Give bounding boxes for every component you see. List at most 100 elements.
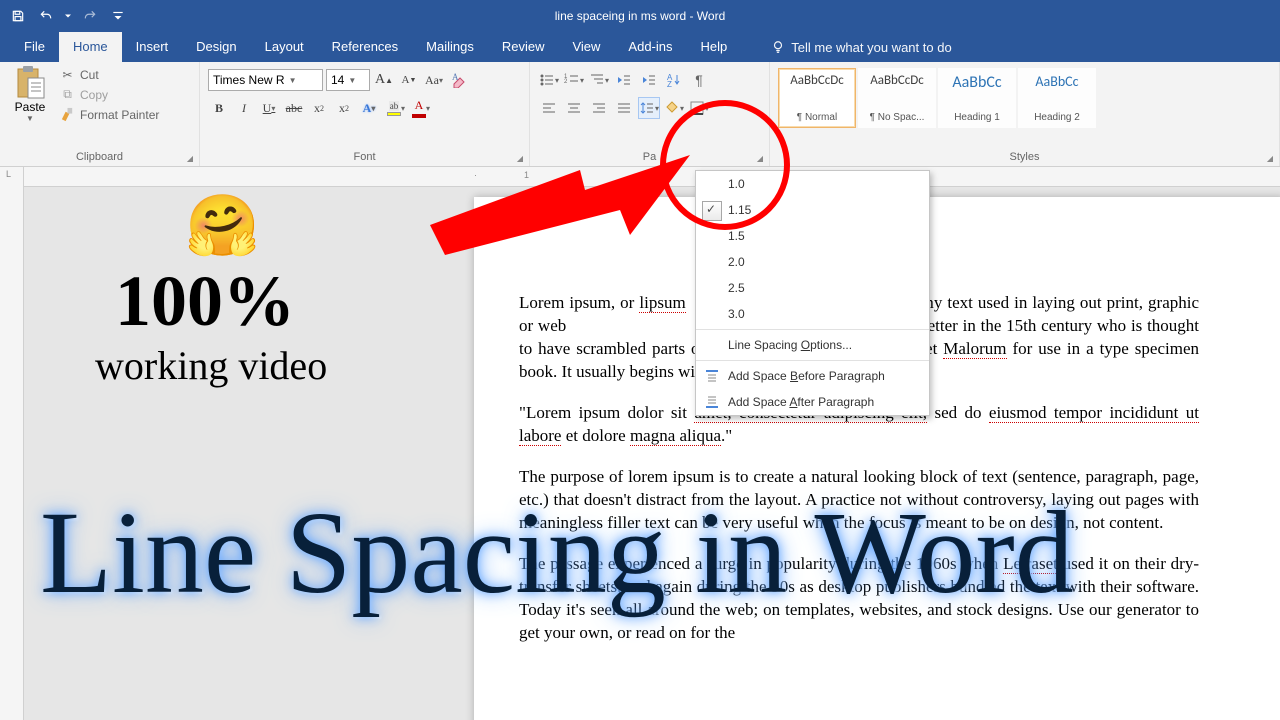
multilevel-list-button[interactable]: ▾: [588, 69, 610, 91]
svg-text:Z: Z: [667, 80, 672, 88]
bullets-button[interactable]: ▾: [538, 69, 560, 91]
tab-home[interactable]: Home: [59, 32, 122, 62]
superscript-button[interactable]: x2: [333, 97, 355, 119]
line-spacing-menu: 1.0 1.15 1.5 2.0 2.5 3.0 Line Spacing Op…: [695, 170, 930, 416]
shading-button[interactable]: ▾: [663, 97, 685, 119]
lightbulb-icon: [771, 40, 785, 54]
strikethrough-button[interactable]: abc: [283, 97, 305, 119]
line-spacing-button[interactable]: ▾: [638, 97, 660, 119]
tab-file[interactable]: File: [10, 32, 59, 62]
paste-label: Paste: [15, 100, 46, 114]
ls-option-2.5[interactable]: 2.5: [696, 275, 929, 301]
copy-label: Copy: [80, 88, 108, 102]
style-normal[interactable]: AaBbCcDc ¶ Normal: [778, 68, 856, 128]
font-name-combo[interactable]: Times New R ▼: [208, 69, 323, 91]
format-painter-label: Format Painter: [80, 108, 159, 122]
ls-options[interactable]: Line Spacing Options...: [696, 332, 929, 358]
ls-add-space-after[interactable]: Add Space After Paragraph: [696, 389, 929, 415]
bold-button[interactable]: B: [208, 97, 230, 119]
horizontal-ruler: ·1·: [24, 167, 1280, 187]
save-icon[interactable]: [6, 4, 30, 28]
group-styles: AaBbCcDc ¶ Normal AaBbCcDc ¶ No Spac... …: [770, 62, 1280, 166]
group-label-clipboard: Clipboard: [8, 149, 191, 166]
space-before-icon: [704, 368, 720, 384]
svg-text:2: 2: [564, 79, 568, 85]
ls-option-1.5[interactable]: 1.5: [696, 223, 929, 249]
tell-me[interactable]: Tell me what you want to do: [771, 40, 951, 55]
ls-option-3.0[interactable]: 3.0: [696, 301, 929, 327]
cut-label: Cut: [80, 68, 99, 82]
ribbon: Paste ▼ ✂ Cut ⧉ Copy Format Painter: [0, 62, 1280, 167]
group-font: Times New R ▼ 14 ▼ A▲ A▼ Aa▾ A B I U▾ ab…: [200, 62, 530, 166]
scissors-icon: ✂: [60, 67, 75, 82]
align-center-button[interactable]: [563, 97, 585, 119]
show-marks-button[interactable]: ¶: [688, 69, 710, 91]
grow-font-button[interactable]: A▲: [373, 69, 395, 91]
group-label-paragraph: Pa: [538, 149, 761, 166]
font-size-value: 14: [331, 73, 344, 87]
chevron-down-icon: ▼: [26, 114, 34, 123]
align-right-button[interactable]: [588, 97, 610, 119]
tab-view[interactable]: View: [558, 32, 614, 62]
clear-formatting-button[interactable]: A: [448, 69, 470, 91]
align-left-button[interactable]: [538, 97, 560, 119]
svg-text:A: A: [452, 72, 459, 82]
quick-access-toolbar: [0, 0, 136, 32]
ls-option-2.0[interactable]: 2.0: [696, 249, 929, 275]
ls-add-space-before[interactable]: Add Space Before Paragraph: [696, 363, 929, 389]
style-heading2[interactable]: AaBbCc Heading 2: [1018, 68, 1096, 128]
paste-button[interactable]: Paste ▼: [8, 66, 52, 123]
format-painter-button[interactable]: Format Painter: [58, 106, 161, 123]
ribbon-tabs: File Home Insert Design Layout Reference…: [0, 32, 1280, 62]
undo-dropdown-icon[interactable]: [62, 4, 74, 28]
cut-button[interactable]: ✂ Cut: [58, 66, 161, 83]
eraser-icon: A: [451, 72, 467, 88]
chevron-down-icon: ▼: [289, 76, 297, 85]
qat-customize-icon[interactable]: [106, 4, 130, 28]
group-label-styles: Styles: [778, 149, 1271, 166]
ls-option-1.0[interactable]: 1.0: [696, 171, 929, 197]
shrink-font-button[interactable]: A▼: [398, 69, 420, 91]
borders-button[interactable]: ▾: [688, 97, 710, 119]
sort-button[interactable]: AZ: [663, 69, 685, 91]
font-name-value: Times New R: [213, 73, 285, 87]
underline-button[interactable]: U▾: [258, 97, 280, 119]
workspace: ·1· M Lorem ipsum, or lipsum as it is so…: [0, 167, 1280, 720]
tab-mailings[interactable]: Mailings: [412, 32, 488, 62]
vertical-ruler: [0, 167, 24, 720]
chevron-down-icon: ▼: [348, 76, 356, 85]
copy-icon: ⧉: [60, 87, 75, 102]
highlight-button[interactable]: ab▾: [383, 97, 405, 119]
style-no-spacing[interactable]: AaBbCcDc ¶ No Spac...: [858, 68, 936, 128]
ls-option-1.15[interactable]: 1.15: [696, 197, 929, 223]
text-effects-button[interactable]: A▾: [358, 97, 380, 119]
subscript-button[interactable]: x2: [308, 97, 330, 119]
font-size-combo[interactable]: 14 ▼: [326, 69, 370, 91]
justify-button[interactable]: [613, 97, 635, 119]
doc-paragraph: The passage experienced a surge in popul…: [519, 553, 1199, 645]
window-title: line spaceing in ms word - Word: [0, 9, 1280, 23]
group-paragraph: ▾ 12▾ ▾ AZ ¶ ▾ ▾ ▾ Pa: [530, 62, 770, 166]
increase-indent-button[interactable]: [638, 69, 660, 91]
tab-insert[interactable]: Insert: [122, 32, 183, 62]
tab-design[interactable]: Design: [182, 32, 250, 62]
font-color-button[interactable]: A▾: [408, 97, 430, 119]
tab-references[interactable]: References: [318, 32, 412, 62]
tab-addins[interactable]: Add-ins: [614, 32, 686, 62]
group-label-font: Font: [208, 149, 521, 166]
italic-button[interactable]: I: [233, 97, 255, 119]
style-heading1[interactable]: AaBbCc Heading 1: [938, 68, 1016, 128]
tab-layout[interactable]: Layout: [251, 32, 318, 62]
decrease-indent-button[interactable]: [613, 69, 635, 91]
tell-me-label: Tell me what you want to do: [791, 40, 951, 55]
doc-paragraph: The purpose of lorem ipsum is to create …: [519, 466, 1199, 535]
undo-icon[interactable]: [34, 4, 58, 28]
redo-icon[interactable]: [78, 4, 102, 28]
tab-help[interactable]: Help: [687, 32, 742, 62]
copy-button[interactable]: ⧉ Copy: [58, 86, 161, 103]
tab-review[interactable]: Review: [488, 32, 559, 62]
space-after-icon: [704, 394, 720, 410]
title-bar: line spaceing in ms word - Word: [0, 0, 1280, 32]
numbering-button[interactable]: 12▾: [563, 69, 585, 91]
change-case-button[interactable]: Aa▾: [423, 69, 445, 91]
